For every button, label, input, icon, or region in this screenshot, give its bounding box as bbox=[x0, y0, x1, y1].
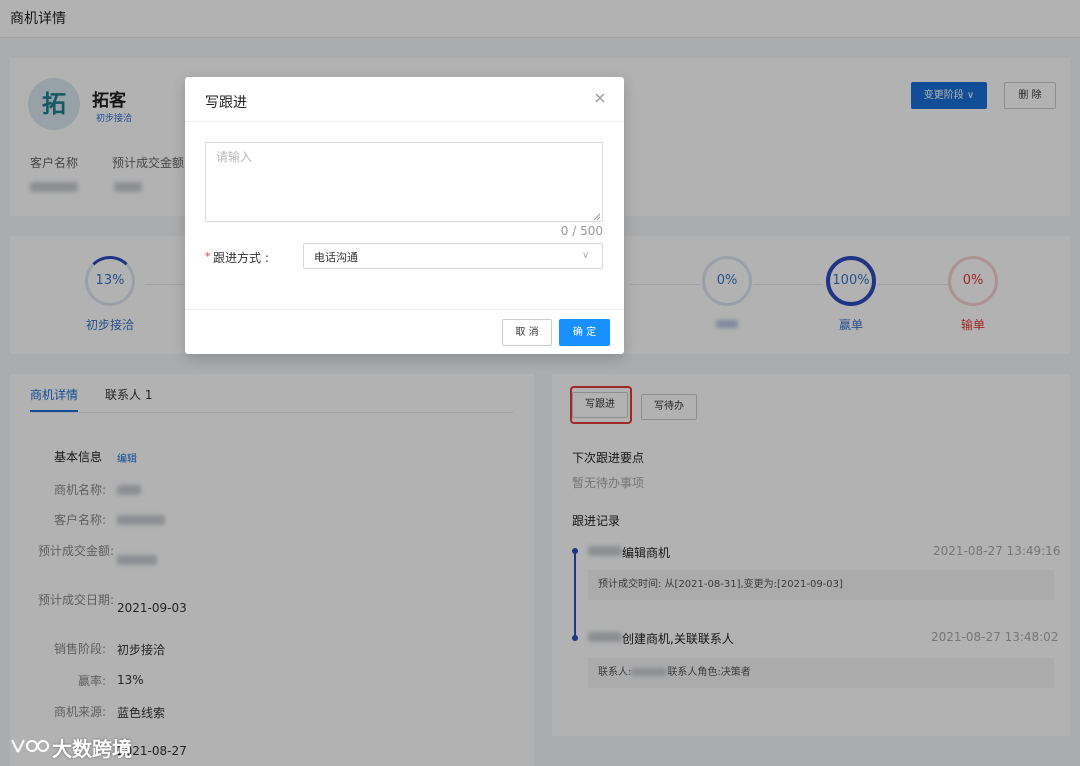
close-icon[interactable]: × bbox=[591, 89, 609, 107]
required-mark: * bbox=[205, 250, 211, 263]
write-followup-dialog: 写跟进 × 0 / 500 * 跟进方式 : 电话沟通 ∨ 取 消 确 定 bbox=[185, 77, 624, 354]
followup-content-input[interactable] bbox=[205, 142, 603, 222]
chevron-down-icon: ∨ bbox=[582, 250, 590, 261]
dialog-header-divider bbox=[185, 121, 624, 122]
dialog-footer-divider bbox=[185, 309, 624, 310]
confirm-button[interactable]: 确 定 bbox=[559, 319, 610, 346]
cancel-button[interactable]: 取 消 bbox=[502, 319, 552, 346]
select-value: 电话沟通 bbox=[314, 251, 358, 264]
watermark-text: 大数跨境 bbox=[52, 737, 132, 761]
dialog-title: 写跟进 bbox=[205, 95, 247, 111]
char-count: 0 / 500 bbox=[560, 224, 603, 238]
resize-grip-icon[interactable] bbox=[593, 213, 601, 221]
followup-method-select[interactable]: 电话沟通 ∨ bbox=[303, 243, 603, 269]
watermark-logo-icon bbox=[11, 739, 49, 753]
followup-method-label: 跟进方式 : bbox=[213, 251, 269, 265]
